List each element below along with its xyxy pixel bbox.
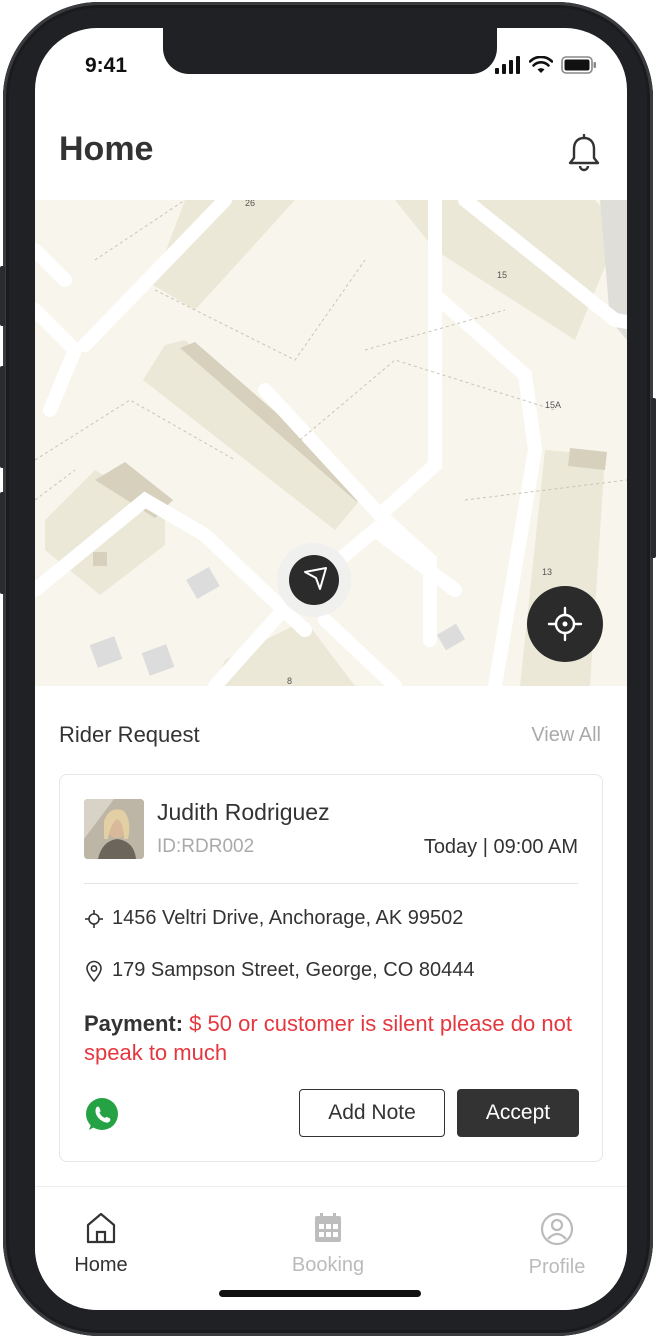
map-label-8: 8 <box>287 676 292 686</box>
pickup-address: 1456 Veltri Drive, Anchorage, AK 99502 <box>112 907 464 929</box>
user-circle-icon <box>540 1212 574 1246</box>
phone-frame: 9:41 Home 26 15 15A 13 8 Rider Request V… <box>0 2 656 1336</box>
tab-booking[interactable]: Booking <box>268 1211 388 1277</box>
status-icons <box>495 56 597 74</box>
action-button <box>0 266 5 326</box>
home-indicator <box>219 1290 421 1297</box>
pickup-address-row: 1456 Veltri Drive, Anchorage, AK 99502 <box>84 907 463 930</box>
map-label-26: 26 <box>245 200 255 208</box>
signal-icon <box>495 56 520 74</box>
page-title: Home <box>59 130 154 168</box>
dropoff-address: 179 Sampson Street, George, CO 80444 <box>112 959 475 981</box>
volume-down-button <box>0 492 5 594</box>
power-button <box>651 398 656 558</box>
accept-button[interactable]: Accept <box>457 1089 579 1137</box>
crosshair-icon <box>85 909 103 928</box>
bell-icon[interactable] <box>567 134 601 172</box>
volume-up-button <box>0 366 5 468</box>
tab-profile[interactable]: Profile <box>497 1211 617 1279</box>
current-location-marker <box>277 543 351 617</box>
locate-me-button[interactable] <box>527 586 603 662</box>
rider-id: ID:RDR002 <box>157 836 255 857</box>
payment-label: Payment: <box>84 1011 184 1036</box>
payment-info: Payment: $ 50 or customer is silent plea… <box>84 1009 584 1067</box>
tab-home-label: Home <box>74 1254 128 1276</box>
calendar-icon <box>315 1213 341 1242</box>
wifi-icon <box>529 56 553 73</box>
whatsapp-icon[interactable] <box>84 1097 120 1133</box>
ride-datetime: Today | 09:00 AM <box>423 836 578 858</box>
map-label-15: 15 <box>497 270 507 280</box>
map-pin-icon <box>86 960 102 982</box>
screen: 9:41 Home 26 15 15A 13 8 Rider Request V… <box>35 28 627 1310</box>
status-time: 9:41 <box>85 54 128 77</box>
rider-request-card[interactable]: Judith Rodriguez ID:RDR002 Today | 09:00… <box>59 774 603 1162</box>
divider <box>84 883 578 884</box>
map-label-15a: 15A <box>545 400 561 410</box>
battery-icon <box>561 56 596 74</box>
home-icon <box>86 1212 116 1244</box>
dropoff-address-row: 179 Sampson Street, George, CO 80444 <box>84 959 474 982</box>
view-all-link[interactable]: View All <box>531 724 601 747</box>
tab-home[interactable]: Home <box>41 1211 161 1277</box>
add-note-button[interactable]: Add Note <box>299 1089 445 1137</box>
notch <box>163 28 497 74</box>
avatar-photo <box>84 799 144 859</box>
map-label-13: 13 <box>542 567 552 577</box>
crosshair-icon <box>547 606 583 642</box>
section-title: Rider Request <box>59 722 200 747</box>
rider-name: Judith Rodriguez <box>157 799 330 825</box>
tab-booking-label: Booking <box>291 1254 365 1276</box>
avatar <box>84 799 144 859</box>
tab-profile-label: Profile <box>528 1256 586 1278</box>
